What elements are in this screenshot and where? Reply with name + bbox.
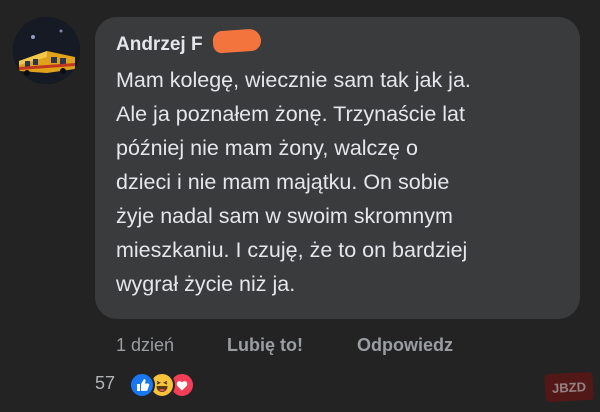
redaction-mark [212,28,262,54]
svg-text:JBZD: JBZD [552,379,587,396]
comment-line: dzieci i nie mam majątku. On sobie [116,170,450,194]
comment-line: wygrał życie niż ja. [116,272,296,296]
comment-bubble: Andrzej F Mam kolegę, wiecznie sam tak j… [95,17,580,319]
comment-line: żyje nadal sam w swoim skromnym [116,204,453,228]
bus-photo-icon [13,17,80,84]
comment-line: mieszkaniu. I czuję, że to on bardziej [116,238,468,262]
comment-line: Ale ja poznałem żonę. Trzynaście lat [116,102,465,126]
avatar[interactable] [13,17,80,84]
comment-author[interactable]: Andrzej F [116,34,203,56]
comment-timestamp[interactable]: 1 dzień [116,335,174,356]
comment-text: Mam kolegę, wiecznie sam tak jak ja. Ale… [116,63,571,301]
like-button[interactable]: Lubię to! [227,335,303,356]
site-watermark: JBZD [544,371,594,403]
like-icon [129,372,155,398]
reply-button[interactable]: Odpowiedz [357,335,453,356]
reaction-count: 57 [95,373,116,393]
comment-line: później nie mam żony, walczę o [116,136,418,160]
comment-line: Mam kolegę, wiecznie sam tak jak ja. [116,68,471,92]
